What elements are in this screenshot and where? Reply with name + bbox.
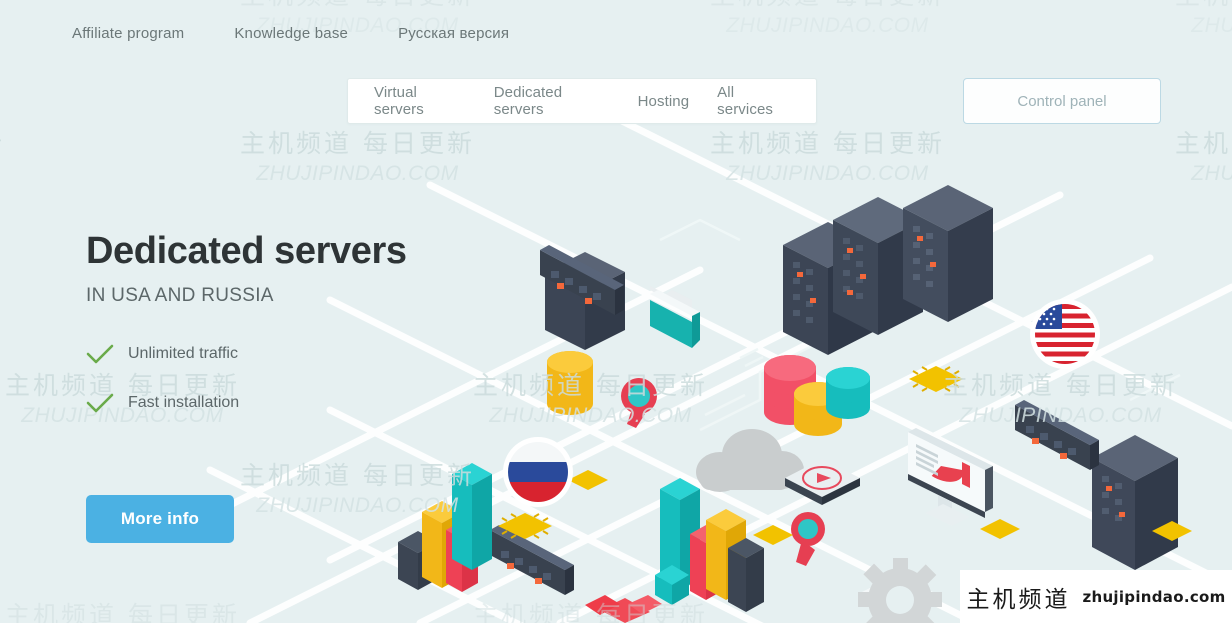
server-rack-tall [903, 185, 993, 322]
watermark-badge-domain: zhujipindao.com [1082, 587, 1226, 606]
main-menu: Virtual servers Dedicated servers Hostin… [347, 78, 817, 124]
microchip [585, 595, 662, 623]
feature-item-fast-installation: Fast installation [86, 386, 407, 420]
feature-list: Unlimited traffic Fast installation [86, 337, 407, 420]
menu-item-virtual-servers[interactable]: Virtual servers [360, 84, 480, 118]
top-nav-links: Affiliate program Knowledge base Русская… [72, 25, 509, 42]
server-rack-tall [1092, 435, 1178, 570]
menu-item-hosting[interactable]: Hosting [624, 93, 704, 110]
menu-item-all-services[interactable]: All services [703, 84, 804, 118]
more-info-button[interactable]: More info [86, 495, 234, 543]
landing-page: 主机频道 每日更新 ZHUJIPINDAO.COM 主机频道 每日更新 ZHUJIPI… [0, 0, 1232, 623]
database-cylinder [826, 367, 870, 419]
gear [858, 558, 942, 623]
top-utility-nav: Affiliate program Knowledge base Русская… [0, 0, 1232, 66]
server-blade-horizontal [1015, 400, 1099, 470]
folder [650, 286, 700, 348]
control-panel-button[interactable]: Control panel [963, 78, 1161, 124]
bar-chart [398, 463, 492, 592]
site-watermark-badge: 主机频道 zhujipindao.com [960, 570, 1232, 623]
microchip [980, 519, 1020, 539]
russia-flag-circle [503, 437, 573, 507]
check-icon [86, 343, 114, 365]
nav-link-knowledge-base[interactable]: Knowledge base [234, 25, 348, 42]
feature-label: Unlimited traffic [128, 344, 238, 362]
nav-link-russian-version[interactable]: Русская версия [398, 25, 509, 42]
check-icon [86, 392, 114, 414]
magnifier [791, 512, 825, 566]
nav-link-affiliate-program[interactable]: Affiliate program [72, 25, 184, 42]
usa-flag-circle [1030, 299, 1100, 369]
microchip [568, 470, 608, 490]
menu-item-dedicated-servers[interactable]: Dedicated servers [480, 84, 624, 118]
hero-subtitle: IN USA AND RUSSIA [86, 284, 274, 306]
page-title: Dedicated servers [86, 230, 407, 272]
hero-text-block: Dedicated servers IN USA AND RUSSIA Unli… [86, 230, 407, 435]
feature-item-unlimited-traffic: Unlimited traffic [86, 337, 407, 371]
feature-label: Fast installation [128, 393, 240, 411]
microchip [909, 366, 963, 392]
watermark-badge-cn: 主机频道 [966, 586, 1071, 613]
coin-stack [547, 351, 593, 415]
